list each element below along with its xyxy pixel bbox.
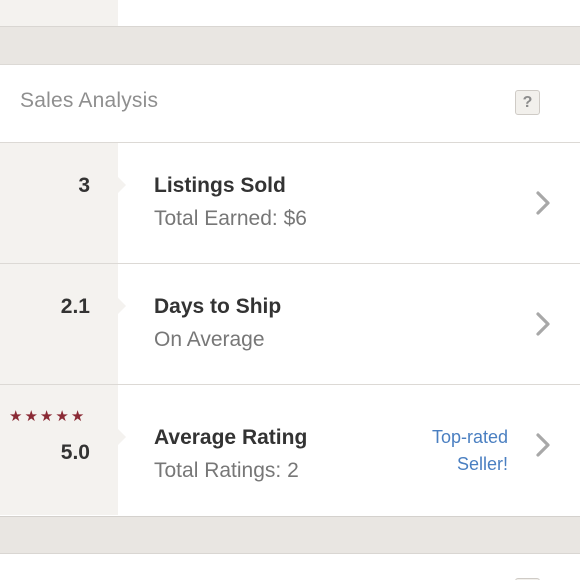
previous-card-stat-column xyxy=(0,0,118,26)
row-title: Average Rating xyxy=(154,426,308,449)
days-to-ship-value: 2.1 xyxy=(60,295,90,318)
page: Sales Analysis ? 3 Listings Sold Total E… xyxy=(0,0,580,580)
question-icon: ? xyxy=(522,94,533,111)
average-rating-value: 5.0 xyxy=(60,441,90,464)
row-subtitle: Total Ratings: 2 xyxy=(154,459,299,482)
card-header: Sales Analysis ? xyxy=(0,65,580,143)
row-subtitle: On Average xyxy=(154,328,265,351)
row-title: Days to Ship xyxy=(154,295,282,318)
listings-sold-row[interactable]: 3 Listings Sold Total Earned: $6 xyxy=(0,143,580,264)
section-title: Sales Analysis xyxy=(20,89,159,112)
top-rated-seller-badge[interactable]: Top-rated Seller! xyxy=(432,424,508,478)
sales-analysis-card: Sales Analysis ? 3 Listings Sold Total E… xyxy=(0,64,580,517)
chevron-right-icon xyxy=(536,191,550,215)
chevron-right-icon xyxy=(536,433,550,457)
previous-card xyxy=(0,0,580,27)
stat-column: 2.1 xyxy=(0,264,126,384)
badge-line-2: Seller! xyxy=(456,454,508,474)
listings-sold-count: 3 xyxy=(78,174,90,197)
star-icon: ★ xyxy=(39,408,54,425)
star-icon: ★ xyxy=(70,408,85,425)
row-subtitle: Total Earned: $6 xyxy=(154,207,307,230)
stat-column: ★ ★ ★ ★ ★ 5.0 xyxy=(0,385,126,515)
star-icon: ★ xyxy=(9,408,23,425)
rating-stars: ★ ★ ★ ★ ★ xyxy=(9,409,84,425)
stat-column: 3 xyxy=(0,143,126,263)
star-icon: ★ xyxy=(55,408,69,425)
help-button[interactable]: ? xyxy=(515,90,540,115)
badge-line-1: Top-rated xyxy=(431,427,508,447)
star-icon: ★ xyxy=(24,408,38,425)
days-to-ship-row[interactable]: 2.1 Days to Ship On Average xyxy=(0,264,580,385)
average-rating-row[interactable]: ★ ★ ★ ★ ★ 5.0 Average Rating Total Ratin… xyxy=(0,385,580,515)
next-card xyxy=(0,553,580,580)
row-title: Listings Sold xyxy=(154,174,286,197)
chevron-right-icon xyxy=(536,312,550,336)
